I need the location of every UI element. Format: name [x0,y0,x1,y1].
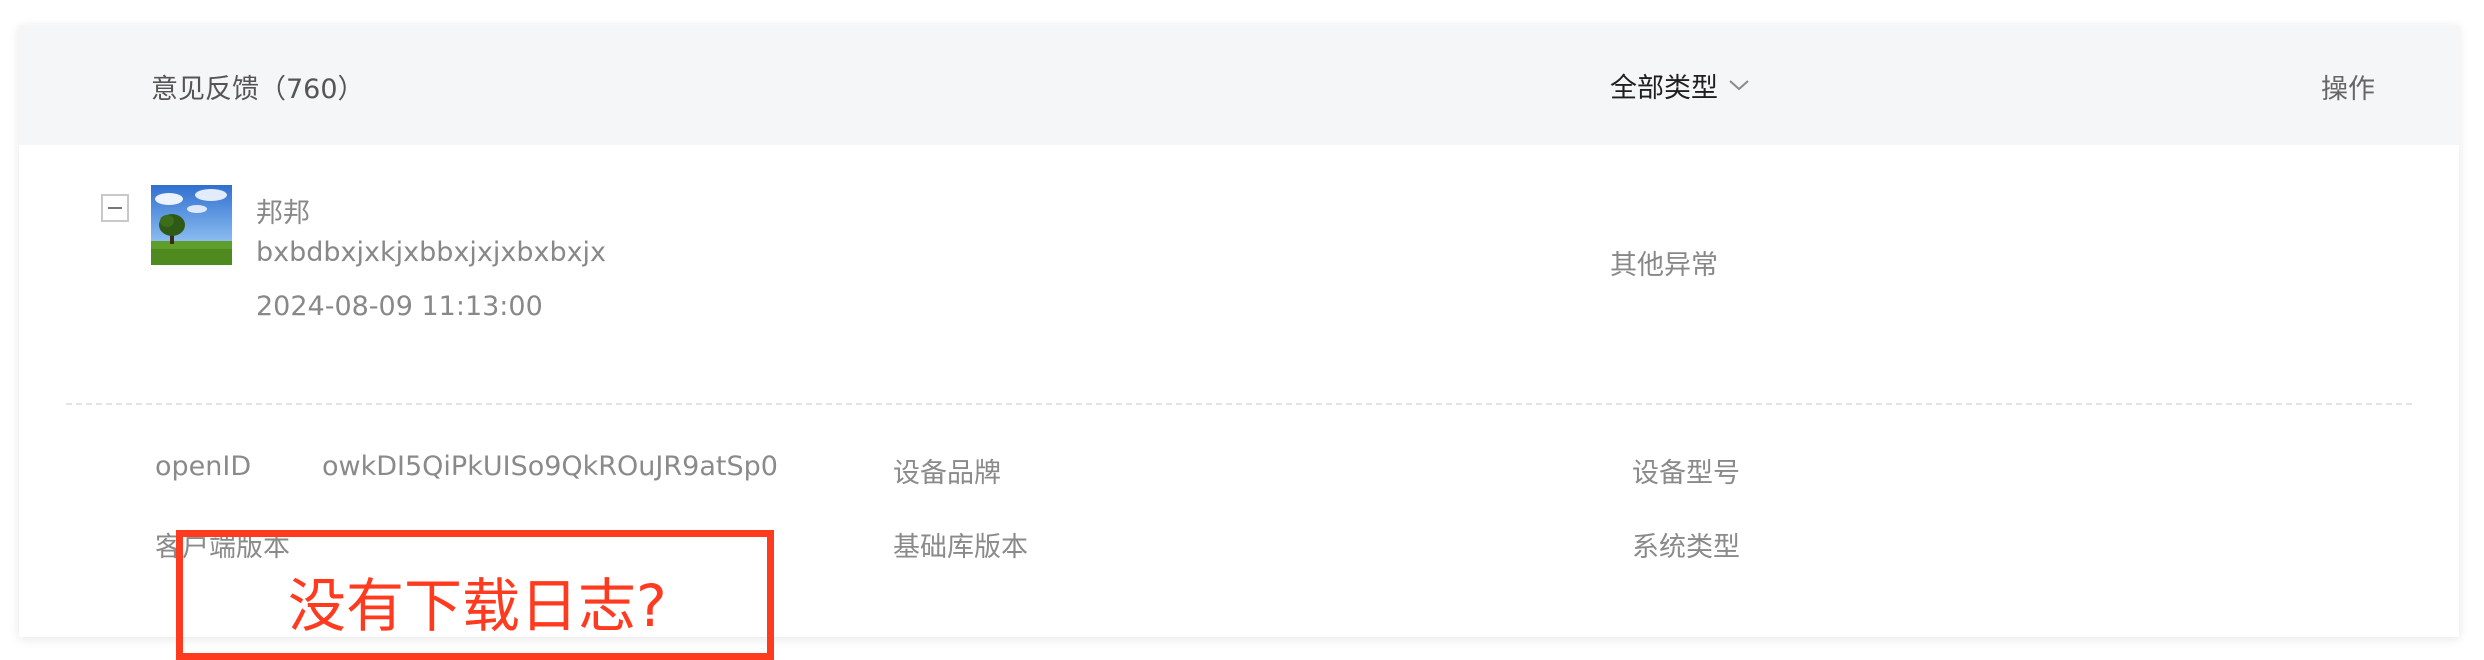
operations-header: 操作 [2321,74,2375,105]
type-filter-dropdown[interactable]: 全部类型 [1610,67,1750,104]
base-lib-version-label: 基础库版本 [893,532,1028,563]
tree-landscape-image [151,185,232,265]
device-brand-label: 设备品牌 [893,458,1001,489]
avatar [151,185,232,265]
openid-value: owkDI5QiPkUISo9QkROuJR9atSp0 [322,451,778,482]
user-name: 邦邦 [256,198,310,229]
annotation-text: 没有下载日志? [288,572,667,640]
system-type-label: 系统类型 [1632,532,1740,563]
feedback-content: bxbdbxjxkjxbbxjxjxbxbxjx [256,237,607,268]
feedback-time: 2024-08-09 11:13:00 [256,291,543,322]
chevron-down-icon [1729,80,1749,91]
type-filter-label: 全部类型 [1610,72,1718,104]
divider [66,403,2412,405]
table-header: 意见反馈（760） 全部类型 操作 [19,25,2459,145]
device-model-label: 设备型号 [1632,458,1740,489]
collapse-icon[interactable] [101,194,129,222]
openid-label: openID [155,451,252,482]
feedback-type: 其他异常 [1610,250,1718,281]
page-title: 意见反馈（760） [151,74,365,105]
annotation-box: 没有下载日志? [176,530,774,660]
